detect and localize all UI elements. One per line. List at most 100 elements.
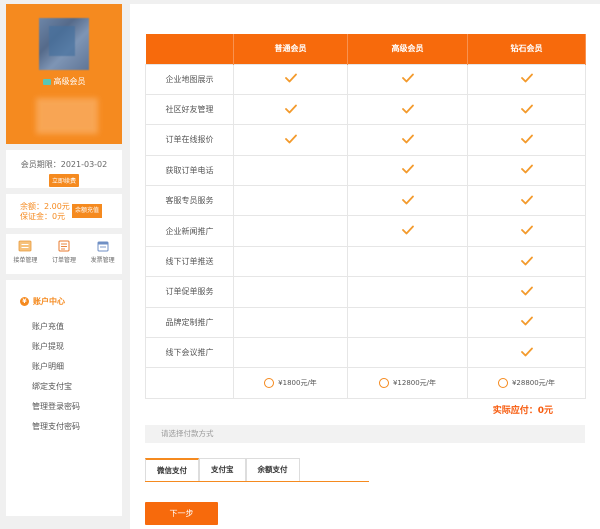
table-row: 客服专员服务 [145, 185, 586, 217]
feature-cell: 线下会议推广 [145, 337, 234, 369]
membership-comparison-table: 普通会员 高级会员 钻石会员 企业地图展示 社区好友管理 订单在线报价 获取订单电话客… [145, 34, 586, 399]
account-center: ¥ 账户中心 账户充值 账户提现 账户明细 绑定支付宝 管理登录密码 管理支付密… [6, 280, 122, 516]
shortcut-invoice-management[interactable]: 发票管理 [85, 240, 121, 274]
cell-diamond [467, 93, 586, 126]
price-option-diamond[interactable]: ¥28800元/年 [467, 367, 586, 399]
check-icon [520, 195, 533, 205]
sidebar: 高级会员 会员期限：2021-03-02 立即续费 余额：2.00元 保证金：0… [6, 4, 122, 516]
payment-method-select[interactable]: 请选择付款方式 [145, 425, 585, 443]
tab-alipay[interactable]: 支付宝 [199, 458, 246, 481]
check-icon [401, 104, 414, 113]
cell-basic [233, 306, 348, 339]
cell-diamond [467, 306, 586, 339]
check-icon [520, 164, 533, 174]
feature-cell: 企业地图展示 [145, 63, 234, 95]
cell-advanced [347, 245, 468, 278]
table-row: 社区好友管理 [145, 93, 586, 126]
cell-basic [233, 93, 348, 126]
account-item-details[interactable]: 账户明细 [20, 357, 122, 377]
table-row: 订单促单服务 [145, 276, 586, 308]
next-step-button[interactable]: 下一步 [145, 502, 218, 525]
cell-advanced [347, 63, 468, 95]
check-icon [401, 164, 414, 174]
tab-balance-pay[interactable]: 余额支付 [245, 458, 300, 481]
check-icon [520, 104, 533, 113]
cell-basic [233, 276, 348, 308]
shortcuts: 接单管理 订单管理 发票管理 [6, 234, 122, 274]
shortcut-label: 发票管理 [90, 257, 115, 264]
cell-diamond [467, 245, 586, 278]
cell-diamond [467, 124, 586, 156]
cell-diamond [467, 276, 586, 308]
deposit-text: 保证金：0元 [20, 212, 66, 221]
table-row: 企业地图展示 [145, 63, 586, 95]
cell-advanced [347, 93, 468, 126]
expire-text: 会员期限：2021-03-02 [20, 160, 108, 169]
cell-advanced [347, 276, 468, 308]
recharge-button[interactable]: 余额充值 [72, 204, 103, 218]
shortcut-order-taking[interactable]: 接单管理 [7, 240, 43, 274]
cell-basic [233, 337, 348, 369]
cell-basic [233, 124, 348, 156]
price-option-basic[interactable]: ¥1800元/年 [233, 367, 348, 399]
price-label: ¥1800元/年 [278, 379, 317, 388]
cell-diamond [467, 185, 586, 217]
table-row: 品牌定制推广 [145, 306, 586, 339]
header-advanced: 高级会员 [347, 34, 468, 64]
cell-basic [233, 245, 348, 278]
cell-advanced [347, 185, 468, 217]
radio-button[interactable] [264, 378, 275, 389]
account-item-bind-alipay[interactable]: 绑定支付宝 [20, 377, 122, 397]
account-center-label: 账户中心 [33, 297, 65, 306]
account-item-recharge[interactable]: 账户充值 [20, 317, 122, 337]
cell-advanced [347, 306, 468, 339]
check-icon [284, 73, 297, 83]
feature-cell: 订单促单服务 [145, 276, 234, 308]
feature-cell: 企业新闻推广 [145, 215, 234, 247]
main-panel: 普通会员 高级会员 钻石会员 企业地图展示 社区好友管理 订单在线报价 获取订单电话客… [130, 4, 600, 529]
balance-text: 余额：2.00元 [20, 202, 70, 211]
header-feature [145, 34, 234, 64]
check-icon [520, 286, 533, 296]
radio-button[interactable] [497, 378, 508, 389]
account-center-title: ¥ 账户中心 [20, 296, 122, 307]
tab-wechat-pay[interactable]: 微信支付 [145, 458, 199, 481]
price-row-label [145, 367, 234, 399]
avatar[interactable] [39, 18, 89, 70]
check-icon [520, 134, 533, 144]
renew-button[interactable]: 立即续费 [48, 174, 79, 187]
account-item-withdraw[interactable]: 账户提现 [20, 337, 122, 357]
username-blurred [36, 98, 98, 134]
table-header-row: 普通会员 高级会员 钻石会员 [145, 34, 586, 64]
table-row: 企业新闻推广 [145, 215, 586, 247]
check-icon [284, 104, 297, 113]
check-icon [401, 73, 414, 83]
feature-cell: 客服专员服务 [145, 185, 234, 217]
cell-basic [233, 154, 348, 187]
feature-cell: 线下订单推送 [145, 245, 234, 278]
header-diamond: 钻石会员 [467, 34, 586, 64]
price-label: ¥12800元/年 [392, 379, 437, 388]
member-level-label: 高级会员 [53, 77, 86, 86]
table-row: 线下订单推送 [145, 245, 586, 278]
balance-card: 余额：2.00元 保证金：0元 余额充值 [6, 194, 122, 228]
check-icon [284, 134, 297, 144]
account-item-pay-password[interactable]: 管理支付密码 [20, 417, 122, 437]
table-row: 获取订单电话 [145, 154, 586, 187]
account-item-login-password[interactable]: 管理登录密码 [20, 397, 122, 417]
shortcut-order-management[interactable]: 订单管理 [46, 240, 82, 274]
payment-tabs: 微信支付 支付宝 余额支付 [145, 458, 369, 482]
order-icon [58, 240, 70, 252]
cell-basic [233, 215, 348, 247]
check-icon [520, 256, 533, 265]
check-icon [520, 347, 533, 357]
invoice-icon [97, 241, 109, 252]
price-option-advanced[interactable]: ¥12800元/年 [347, 367, 468, 399]
check-icon [401, 225, 414, 235]
check-icon [520, 316, 533, 326]
check-icon [520, 73, 533, 83]
radio-button[interactable] [378, 378, 389, 389]
price-row: ¥1800元/年 ¥12800元/年 ¥28800元/年 [145, 367, 586, 399]
feature-cell: 获取订单电话 [145, 154, 234, 187]
cell-diamond [467, 154, 586, 187]
